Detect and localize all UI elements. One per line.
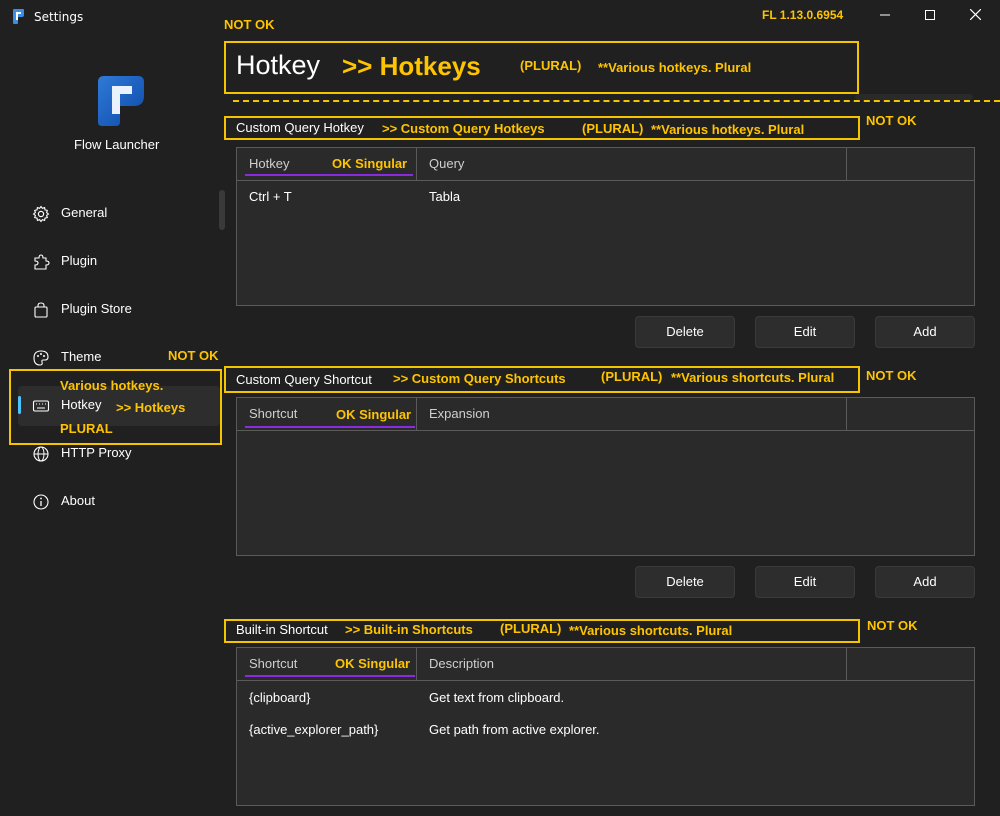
minimize-icon <box>880 14 890 16</box>
cell-hotkey: Ctrl + T <box>249 189 292 204</box>
table-header: Hotkey OK Singular Query <box>237 148 974 181</box>
annotation-cqs-plural: (PLURAL) <box>601 369 663 384</box>
annotation-sidebar-suggest: >> Hotkeys <box>116 400 186 415</box>
annotation-bis-plural: (PLURAL) <box>500 621 562 636</box>
table-header: Shortcut OK Singular Expansion <box>237 398 974 431</box>
annotation-cqs-suggest: >> Custom Query Shortcuts <box>393 371 566 386</box>
sidebar-item-general[interactable]: General <box>18 194 220 234</box>
annotation-bis-suggest: >> Built-in Shortcuts <box>345 622 473 637</box>
custom-query-shortcut-table: Shortcut OK Singular Expansion <box>236 397 975 556</box>
cell-shortcut: {clipboard} <box>249 690 311 705</box>
table-row[interactable]: Ctrl + T Tabla <box>237 182 974 212</box>
sidebar-item-label: Plugin <box>61 253 98 268</box>
app-name: Flow Launcher <box>74 137 160 152</box>
add-shortcut-button[interactable]: Add <box>875 566 975 598</box>
annotation-not-ok-cqs: NOT OK <box>866 368 917 383</box>
window-title: Settings <box>34 10 84 24</box>
annotation-title-various: **Various hotkeys. Plural <box>598 60 752 75</box>
annotation-not-ok-sidebar: NOT OK <box>168 348 219 363</box>
column-header-shortcut[interactable]: Shortcut <box>249 406 297 421</box>
cell-description: Get path from active explorer. <box>429 722 600 737</box>
column-separator[interactable] <box>416 398 417 431</box>
annotation-dashed-divider <box>233 100 1000 102</box>
sidebar-item-label: About <box>61 493 95 508</box>
column-header-expansion[interactable]: Expansion <box>429 406 490 421</box>
column-header-description[interactable]: Description <box>429 656 494 671</box>
table-row[interactable]: {clipboard} Get text from clipboard. <box>237 682 974 714</box>
annotation-underline <box>245 675 415 677</box>
section-title-builtin-shortcut: Built-in Shortcut <box>236 622 328 637</box>
annotation-cqh-plural: (PLURAL) <box>582 121 644 136</box>
maximize-icon <box>925 10 935 20</box>
column-separator[interactable] <box>846 648 847 681</box>
sidebar-item-about[interactable]: About <box>18 482 220 522</box>
maximize-button[interactable] <box>915 6 945 28</box>
sidebar-item-label: General <box>61 205 108 220</box>
column-header-query[interactable]: Query <box>429 156 464 171</box>
section-title-custom-query-hotkey: Custom Query Hotkey <box>236 120 364 135</box>
column-separator[interactable] <box>416 648 417 681</box>
column-separator[interactable] <box>416 148 417 181</box>
delete-shortcut-button[interactable]: Delete <box>635 566 735 598</box>
annotation-cqh-suggest: >> Custom Query Hotkeys <box>382 121 545 136</box>
sidebar-item-plugin[interactable]: Plugin <box>18 242 220 282</box>
edit-shortcut-button[interactable]: Edit <box>755 566 855 598</box>
close-button[interactable] <box>960 6 990 28</box>
sidebar-item-label: Theme <box>61 349 102 364</box>
table-row[interactable]: {active_explorer_path} Get path from act… <box>237 714 974 746</box>
sidebar-item-label: Plugin Store <box>61 301 132 316</box>
annotation-not-ok-cqh: NOT OK <box>866 113 917 128</box>
annotation-not-ok-title: NOT OK <box>224 17 275 32</box>
info-icon <box>33 494 49 510</box>
globe-icon <box>33 446 49 462</box>
annotation-title-plural: (PLURAL) <box>520 58 582 73</box>
cell-query: Tabla <box>429 189 461 204</box>
builtin-shortcut-table: Shortcut OK Singular Description {clipbo… <box>236 647 975 806</box>
page-scrollbar[interactable] <box>855 94 973 100</box>
delete-hotkey-button[interactable]: Delete <box>635 316 735 348</box>
annotation-sidebar-various: Various hotkeys. <box>60 378 164 393</box>
annotation-not-ok-bis: NOT OK <box>867 618 918 633</box>
column-separator[interactable] <box>846 398 847 431</box>
column-header-hotkey[interactable]: Hotkey <box>249 156 289 171</box>
annotation-underline <box>245 426 415 428</box>
custom-query-hotkey-table: Hotkey OK Singular Query Ctrl + T Tabla <box>236 147 975 306</box>
annotation-cqs-various: **Various shortcuts. Plural <box>671 370 835 385</box>
section-title-custom-query-shortcut: Custom Query Shortcut <box>236 372 372 387</box>
version-label: FL 1.13.0.6954 <box>762 8 844 22</box>
annotation-ok-singular: OK Singular <box>332 156 408 171</box>
annotation-sidebar-plural: PLURAL <box>60 421 113 436</box>
flow-launcher-logo <box>98 76 144 126</box>
annotation-ok-singular: OK Singular <box>335 656 411 671</box>
cell-shortcut: {active_explorer_path} <box>249 722 379 737</box>
shopping-bag-icon <box>34 302 48 318</box>
sidebar-item-label: HTTP Proxy <box>61 445 132 460</box>
flow-launcher-app-icon <box>13 9 24 24</box>
annotation-cqh-various: **Various hotkeys. Plural <box>651 122 805 137</box>
cell-description: Get text from clipboard. <box>429 690 565 705</box>
column-header-shortcut[interactable]: Shortcut <box>249 656 297 671</box>
palette-icon <box>33 350 49 366</box>
close-icon <box>969 8 981 21</box>
annotation-title-suggest: >> Hotkeys <box>342 51 481 81</box>
annotation-ok-singular: OK Singular <box>336 407 412 422</box>
minimize-button[interactable] <box>870 6 900 28</box>
page-title: Hotkey <box>236 50 321 80</box>
gear-icon <box>32 205 50 223</box>
column-separator[interactable] <box>846 148 847 181</box>
annotation-bis-various: **Various shortcuts. Plural <box>569 623 733 638</box>
puzzle-icon <box>34 254 50 270</box>
table-header: Shortcut OK Singular Description <box>237 648 974 681</box>
sidebar-item-plugin-store[interactable]: Plugin Store <box>18 290 220 330</box>
edit-hotkey-button[interactable]: Edit <box>755 316 855 348</box>
annotation-underline <box>245 174 413 176</box>
add-hotkey-button[interactable]: Add <box>875 316 975 348</box>
